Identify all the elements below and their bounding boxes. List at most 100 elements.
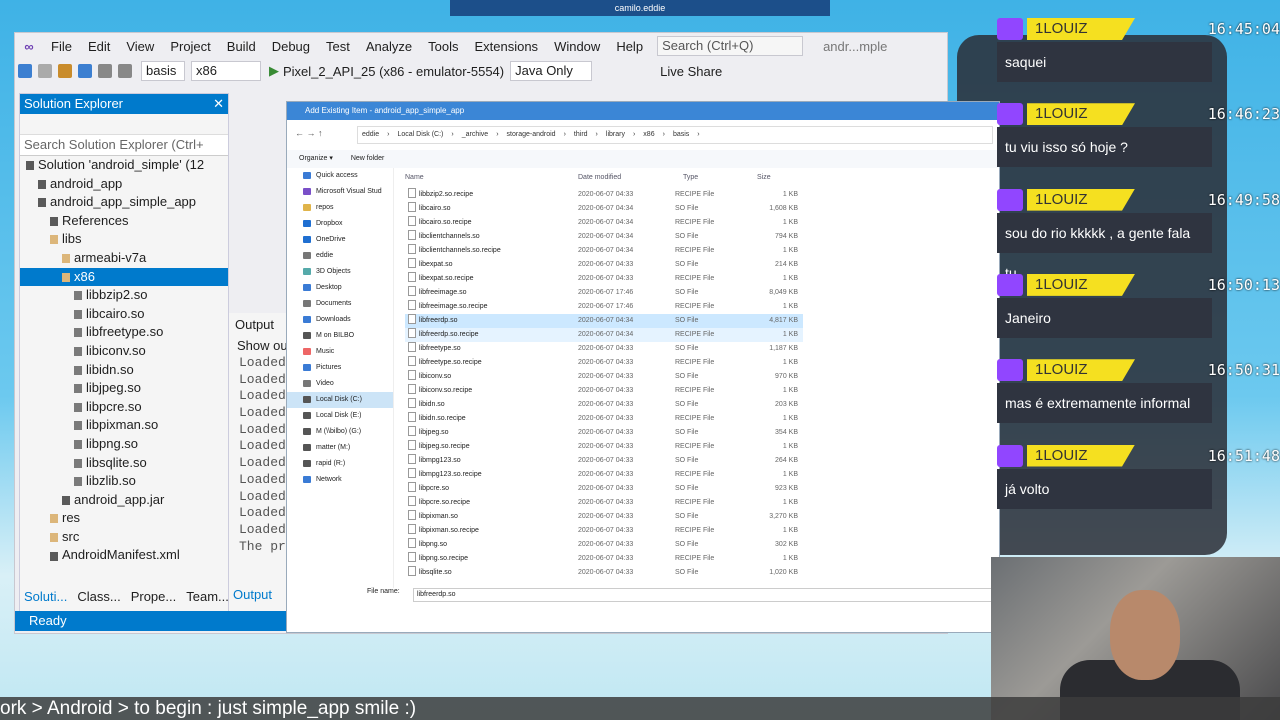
- menu-item[interactable]: Project: [162, 39, 218, 54]
- nav-arrows-icon[interactable]: ← → ↑: [295, 128, 323, 138]
- file-row[interactable]: libfreetype.so 2020-06-07 04:33 SO File 1,1…: [405, 342, 803, 356]
- platform-dropdown[interactable]: x86: [191, 61, 261, 81]
- solution-explorer-search[interactable]: Search Solution Explorer (Ctrl+: [20, 135, 228, 156]
- breadcrumb-item[interactable]: eddie: [362, 131, 379, 138]
- menu-item[interactable]: File: [43, 39, 80, 54]
- nav-item[interactable]: M (\\bilbo) (G:): [287, 424, 393, 440]
- menu-item[interactable]: Analyze: [358, 39, 420, 54]
- tree-item[interactable]: android_app: [20, 175, 228, 194]
- file-row[interactable]: libidn.so.recipe 2020-06-07 04:33 RECIPE F…: [405, 412, 803, 426]
- nav-item[interactable]: rapid (R:): [287, 456, 393, 472]
- file-row[interactable]: libpixman.so 2020-06-07 04:33 SO File 3,270…: [405, 510, 803, 524]
- col-type[interactable]: Type: [683, 174, 698, 181]
- breadcrumb-item[interactable]: storage-android: [507, 131, 556, 138]
- undo-icon[interactable]: [98, 64, 112, 78]
- search-input[interactable]: Search (Ctrl+Q): [657, 36, 804, 56]
- col-size[interactable]: Size: [757, 174, 771, 181]
- nav-item[interactable]: 3D Objects: [287, 264, 393, 280]
- run-target-dropdown[interactable]: Pixel_2_API_25 (x86 - emulator-5554): [283, 64, 504, 79]
- menu-item[interactable]: View: [118, 39, 162, 54]
- address-bar[interactable]: eddie › Local Disk (C:) › _archive › storage-a…: [357, 126, 993, 144]
- file-row[interactable]: libexpat.so 2020-06-07 04:33 SO File 214 KB: [405, 258, 803, 272]
- menu-item[interactable]: Edit: [80, 39, 118, 54]
- file-row[interactable]: libmpg123.so 2020-06-07 04:33 SO File 264 K…: [405, 454, 803, 468]
- breadcrumb-item[interactable]: library: [606, 131, 625, 138]
- forward-icon[interactable]: [38, 64, 52, 78]
- redo-icon[interactable]: [118, 64, 132, 78]
- nav-item[interactable]: matter (M:): [287, 440, 393, 456]
- menu-item[interactable]: Tools: [420, 39, 466, 54]
- nav-item[interactable]: Documents: [287, 296, 393, 312]
- menu-item[interactable]: Window: [546, 39, 608, 54]
- file-row[interactable]: libexpat.so.recipe 2020-06-07 04:33 RECIPE…: [405, 272, 803, 286]
- nav-item[interactable]: Quick access: [287, 168, 393, 184]
- file-row[interactable]: libpcre.so.recipe 2020-06-07 04:33 RECIPE …: [405, 496, 803, 510]
- tree-item[interactable]: android_app.jar: [20, 491, 228, 510]
- save-icon[interactable]: [78, 64, 92, 78]
- back-icon[interactable]: [18, 64, 32, 78]
- nav-item[interactable]: Microsoft Visual Stud: [287, 184, 393, 200]
- play-icon[interactable]: ▶: [269, 63, 279, 79]
- file-row[interactable]: libpng.so 2020-06-07 04:33 SO File 302 KB: [405, 538, 803, 552]
- tree-item[interactable]: res: [20, 509, 228, 528]
- tree-item[interactable]: libpixman.so: [20, 416, 228, 435]
- file-row[interactable]: libiconv.so 2020-06-07 04:33 SO File 970 KB: [405, 370, 803, 384]
- output-tab[interactable]: Output: [233, 587, 272, 602]
- col-name[interactable]: Name: [405, 174, 424, 181]
- file-row[interactable]: libcairo.so.recipe 2020-06-07 04:34 RECIPE…: [405, 216, 803, 230]
- menu-item[interactable]: Build: [219, 39, 264, 54]
- menu-item[interactable]: Help: [608, 39, 651, 54]
- explorer-tab[interactable]: Class...: [72, 585, 125, 609]
- nav-item[interactable]: Dropbox: [287, 216, 393, 232]
- breadcrumb-item[interactable]: third: [574, 131, 588, 138]
- nav-item[interactable]: Video: [287, 376, 393, 392]
- explorer-tab[interactable]: Team...: [181, 585, 234, 609]
- breadcrumb-item[interactable]: x86: [643, 131, 654, 138]
- open-icon[interactable]: [58, 64, 72, 78]
- file-row[interactable]: libfreeimage.so.recipe 2020-06-07 17:46 RE…: [405, 300, 803, 314]
- tree-item[interactable]: libs: [20, 230, 228, 249]
- tree-item[interactable]: libcairo.so: [20, 305, 228, 324]
- tree-item[interactable]: libpng.so: [20, 435, 228, 454]
- file-row[interactable]: libfreerdp.so 2020-06-07 04:34 SO File 4,81…: [405, 314, 803, 328]
- file-row[interactable]: libpng.so.recipe 2020-06-07 04:33 RECIPE F…: [405, 552, 803, 566]
- tree-item[interactable]: Solution 'android_simple' (12: [20, 156, 228, 175]
- file-row[interactable]: libcairo.so 2020-06-07 04:34 SO File 1,608 …: [405, 202, 803, 216]
- nav-item[interactable]: Local Disk (E:): [287, 408, 393, 424]
- menu-item[interactable]: Debug: [264, 39, 318, 54]
- tree-item[interactable]: libiconv.so: [20, 342, 228, 361]
- debugger-dropdown[interactable]: Java Only: [510, 61, 593, 81]
- new-folder-button[interactable]: New folder: [335, 155, 384, 162]
- file-name-input[interactable]: libfreerdp.so: [413, 588, 998, 602]
- file-row[interactable]: libfreeimage.so 2020-06-07 17:46 SO File 8,…: [405, 286, 803, 300]
- tree-item[interactable]: libjpeg.so: [20, 379, 228, 398]
- breadcrumb-item[interactable]: _archive: [462, 131, 488, 138]
- live-share-button[interactable]: Live Share: [660, 64, 722, 79]
- menu-item[interactable]: Extensions: [466, 39, 546, 54]
- explorer-tab[interactable]: Prope...: [126, 585, 182, 609]
- nav-item[interactable]: M on BILBO: [287, 328, 393, 344]
- tree-item[interactable]: src: [20, 528, 228, 547]
- file-row[interactable]: libiconv.so.recipe 2020-06-07 04:33 RECIPE…: [405, 384, 803, 398]
- file-row[interactable]: libjpeg.so.recipe 2020-06-07 04:33 RECIPE …: [405, 440, 803, 454]
- breadcrumb-item[interactable]: Local Disk (C:): [397, 131, 443, 138]
- nav-item[interactable]: OneDrive: [287, 232, 393, 248]
- file-row[interactable]: libidn.so 2020-06-07 04:33 SO File 203 KB: [405, 398, 803, 412]
- organize-button[interactable]: Organize ▾: [287, 155, 333, 162]
- file-row[interactable]: libsqlite.so 2020-06-07 04:33 SO File 1,020…: [405, 566, 803, 580]
- nav-item[interactable]: eddie: [287, 248, 393, 264]
- file-row[interactable]: libbzip2.so.recipe 2020-06-07 04:33 RECIPE…: [405, 188, 803, 202]
- file-row[interactable]: libclientchannels.so 2020-06-07 04:34 SO F…: [405, 230, 803, 244]
- nav-item[interactable]: repos: [287, 200, 393, 216]
- file-row[interactable]: libclientchannels.so.recipe 2020-06-07 04…: [405, 244, 803, 258]
- file-row[interactable]: libjpeg.so 2020-06-07 04:33 SO File 354 KB: [405, 426, 803, 440]
- nav-item[interactable]: Downloads: [287, 312, 393, 328]
- tree-item[interactable]: libidn.so: [20, 361, 228, 380]
- nav-item[interactable]: Pictures: [287, 360, 393, 376]
- col-date[interactable]: Date modified: [578, 174, 621, 181]
- tree-item[interactable]: libpcre.so: [20, 398, 228, 417]
- nav-item[interactable]: Network: [287, 472, 393, 488]
- file-row[interactable]: libmpg123.so.recipe 2020-06-07 04:33 RECIP…: [405, 468, 803, 482]
- file-row[interactable]: libfreerdp.so.recipe 2020-06-07 04:34 RECI…: [405, 328, 803, 342]
- tree-item[interactable]: AndroidManifest.xml: [20, 546, 228, 565]
